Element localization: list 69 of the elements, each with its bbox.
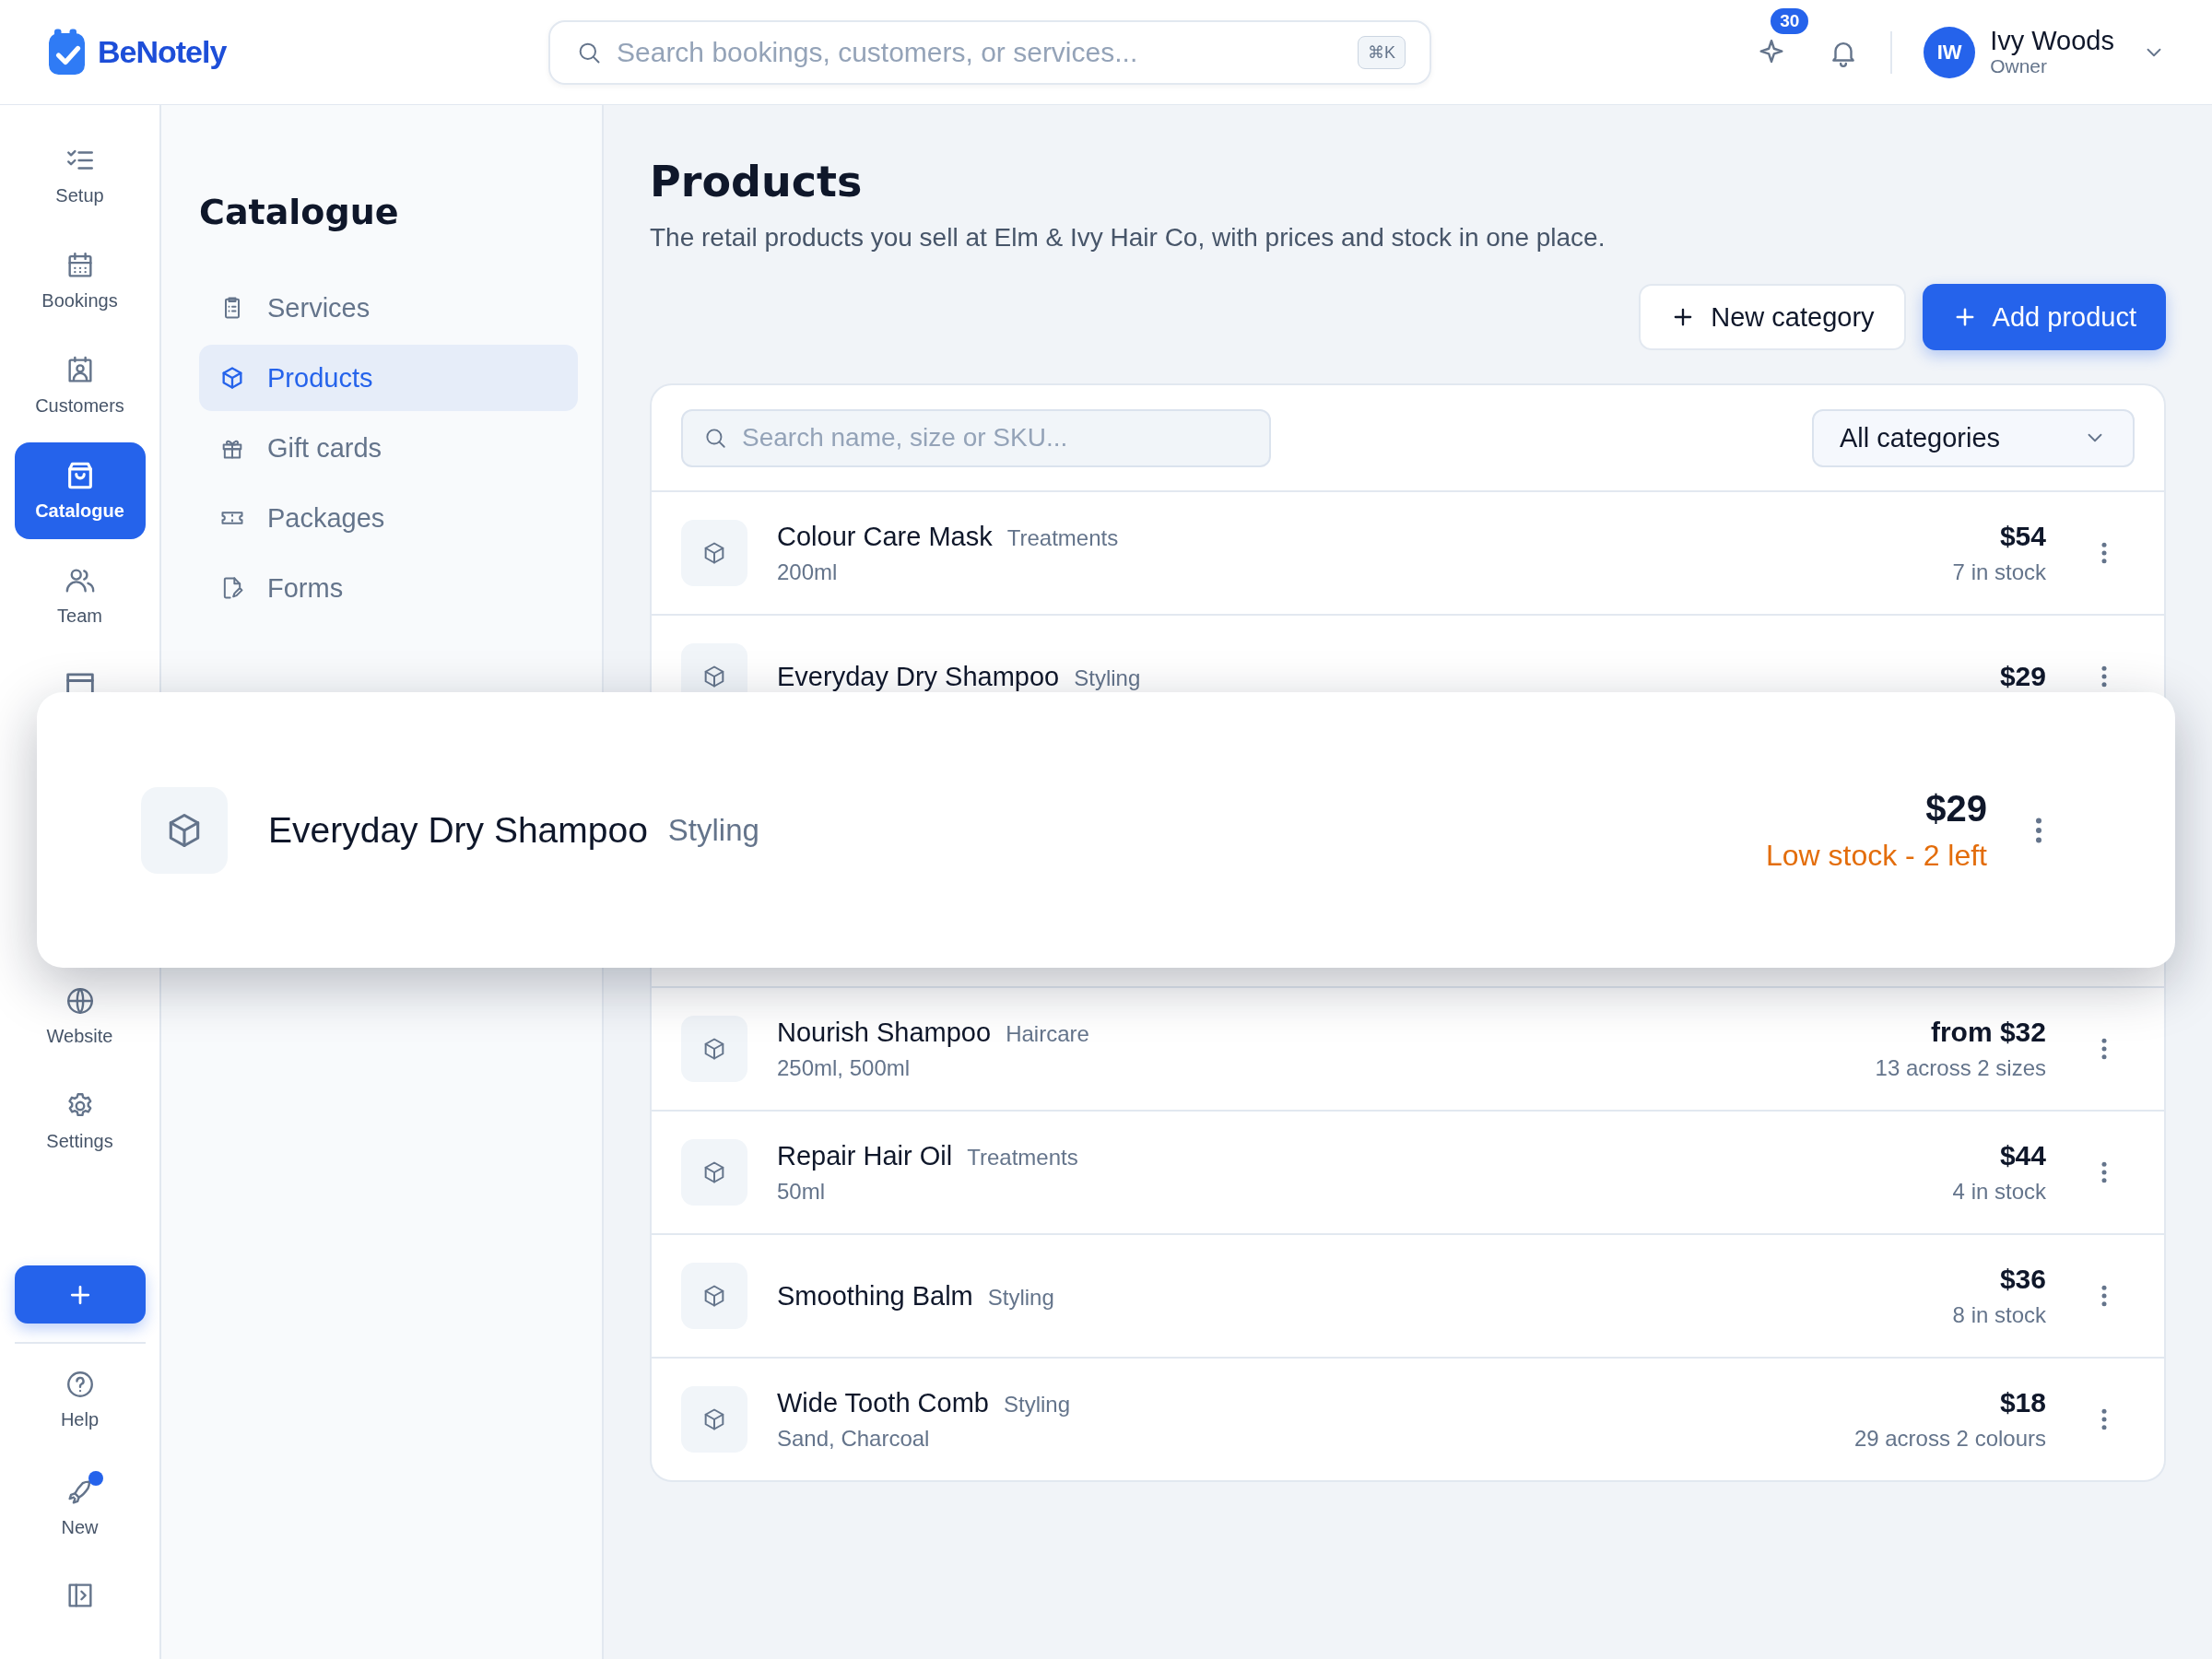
page-description: The retail products you sell at Elm & Ivy Hair Co, with prices and stock in one place. <box>650 223 1606 253</box>
menu-item[interactable]: Packages <box>199 485 578 551</box>
rail-item[interactable]: Bookings <box>14 232 146 329</box>
menu-item[interactable]: Gift cards <box>199 415 578 481</box>
brand-name: BeNotely <box>98 34 227 70</box>
menu-item[interactable]: Services <box>199 275 578 341</box>
search-input[interactable]: Search name, size or SKU... <box>742 423 1249 453</box>
category-dropdown[interactable]: All categories <box>1812 408 2135 467</box>
product-row[interactable]: Nourish Shampoo Haircare 250ml, 500ml from $32 13 across 2 sizes <box>652 986 2164 1110</box>
section-title: Catalogue <box>199 192 400 232</box>
product-category: Styling <box>1074 665 1141 691</box>
product-name: Everyday Dry Shampoo <box>777 661 1060 692</box>
product-name: Nourish Shampoo <box>777 1017 992 1048</box>
count-badge: 30 <box>1771 7 1809 34</box>
product-price: from $32 <box>1930 1017 2046 1048</box>
product-variants: 50ml <box>777 1178 827 1205</box>
product-row[interactable]: Wide Tooth Comb Styling Sand, Charcoal $18 29 across 2 colours <box>652 1357 2164 1480</box>
search-icon <box>703 426 727 450</box>
user-role: Owner <box>1990 55 2048 78</box>
product-category: Styling <box>1003 1391 1070 1418</box>
product-price: $29 <box>1925 787 1987 830</box>
rail-item[interactable]: Team <box>14 547 146 644</box>
stock-status: 7 in stock <box>1952 559 2046 585</box>
avatar[interactable]: IW <box>1924 26 1976 78</box>
menu-item[interactable]: Forms <box>199 555 578 621</box>
rail-item[interactable]: Settings <box>14 1073 146 1170</box>
rail-item[interactable]: Catalogue <box>14 442 146 539</box>
create-button[interactable] <box>14 1265 146 1324</box>
product-variants: Sand, Charcoal <box>777 1425 931 1452</box>
product-row[interactable]: Smoothing Balm Styling $36 8 in stock <box>652 1233 2164 1357</box>
product-category: Haircare <box>1006 1020 1089 1047</box>
rail-item[interactable]: Website <box>14 968 146 1065</box>
cube-icon <box>219 365 245 391</box>
user-name: Ivy Woods <box>1990 26 2114 56</box>
product-price: $54 <box>1999 521 2046 552</box>
stock-status: 8 in stock <box>1952 1302 2046 1328</box>
product-variants: 200ml <box>777 559 839 585</box>
search-field[interactable]: Search bookings, customers, or services... ⌘K <box>548 19 1431 85</box>
search-field[interactable]: Search name, size or SKU... <box>681 408 1271 467</box>
product-price: $44 <box>1999 1140 2046 1171</box>
product-price: $36 <box>1999 1264 2046 1295</box>
product-row[interactable]: Repair Hair Oil Treatments 50ml $44 4 in stock <box>652 1110 2164 1233</box>
shortcut-hint: ⌘K <box>1358 35 1406 69</box>
stock-status: 29 across 2 colours <box>1853 1426 2046 1452</box>
stock-status: Low stock - 2 left <box>1765 838 1987 873</box>
rail-item[interactable]: New <box>14 1459 146 1556</box>
product-variants: 250ml, 500ml <box>777 1054 912 1081</box>
product-name: Wide Tooth Comb <box>777 1387 989 1418</box>
product-name: Everyday Dry Shampoo <box>268 809 648 851</box>
add-button[interactable]: Add product <box>1922 284 2166 350</box>
rail-item[interactable]: Help <box>14 1351 146 1448</box>
product-price: $18 <box>1999 1387 2046 1418</box>
new-button[interactable]: New category <box>1639 284 1906 350</box>
product-category: Treatments <box>967 1144 1078 1171</box>
stock-status: 4 in stock <box>1952 1179 2046 1205</box>
rail-item[interactable]: Setup <box>14 127 146 224</box>
product-category: Styling <box>987 1284 1054 1311</box>
product-name: Colour Care Mask <box>777 521 993 552</box>
product-row[interactable]: Colour Care Mask Treatments 200ml $54 7 in stock <box>652 490 2164 614</box>
product-category: Treatments <box>1006 524 1119 551</box>
product-price: $29 <box>1999 661 2046 692</box>
search-input[interactable]: Search bookings, customers, or services... <box>617 36 1343 68</box>
product-name: Smoothing Balm <box>777 1280 973 1312</box>
stock-status: 13 across 2 sizes <box>1875 1055 2046 1081</box>
product-name: Repair Hair Oil <box>777 1140 953 1171</box>
page-title: Products <box>650 156 864 203</box>
rail-item[interactable]: Customers <box>14 337 146 434</box>
product-category: Styling <box>667 812 760 848</box>
menu-item[interactable]: Products <box>199 345 578 411</box>
